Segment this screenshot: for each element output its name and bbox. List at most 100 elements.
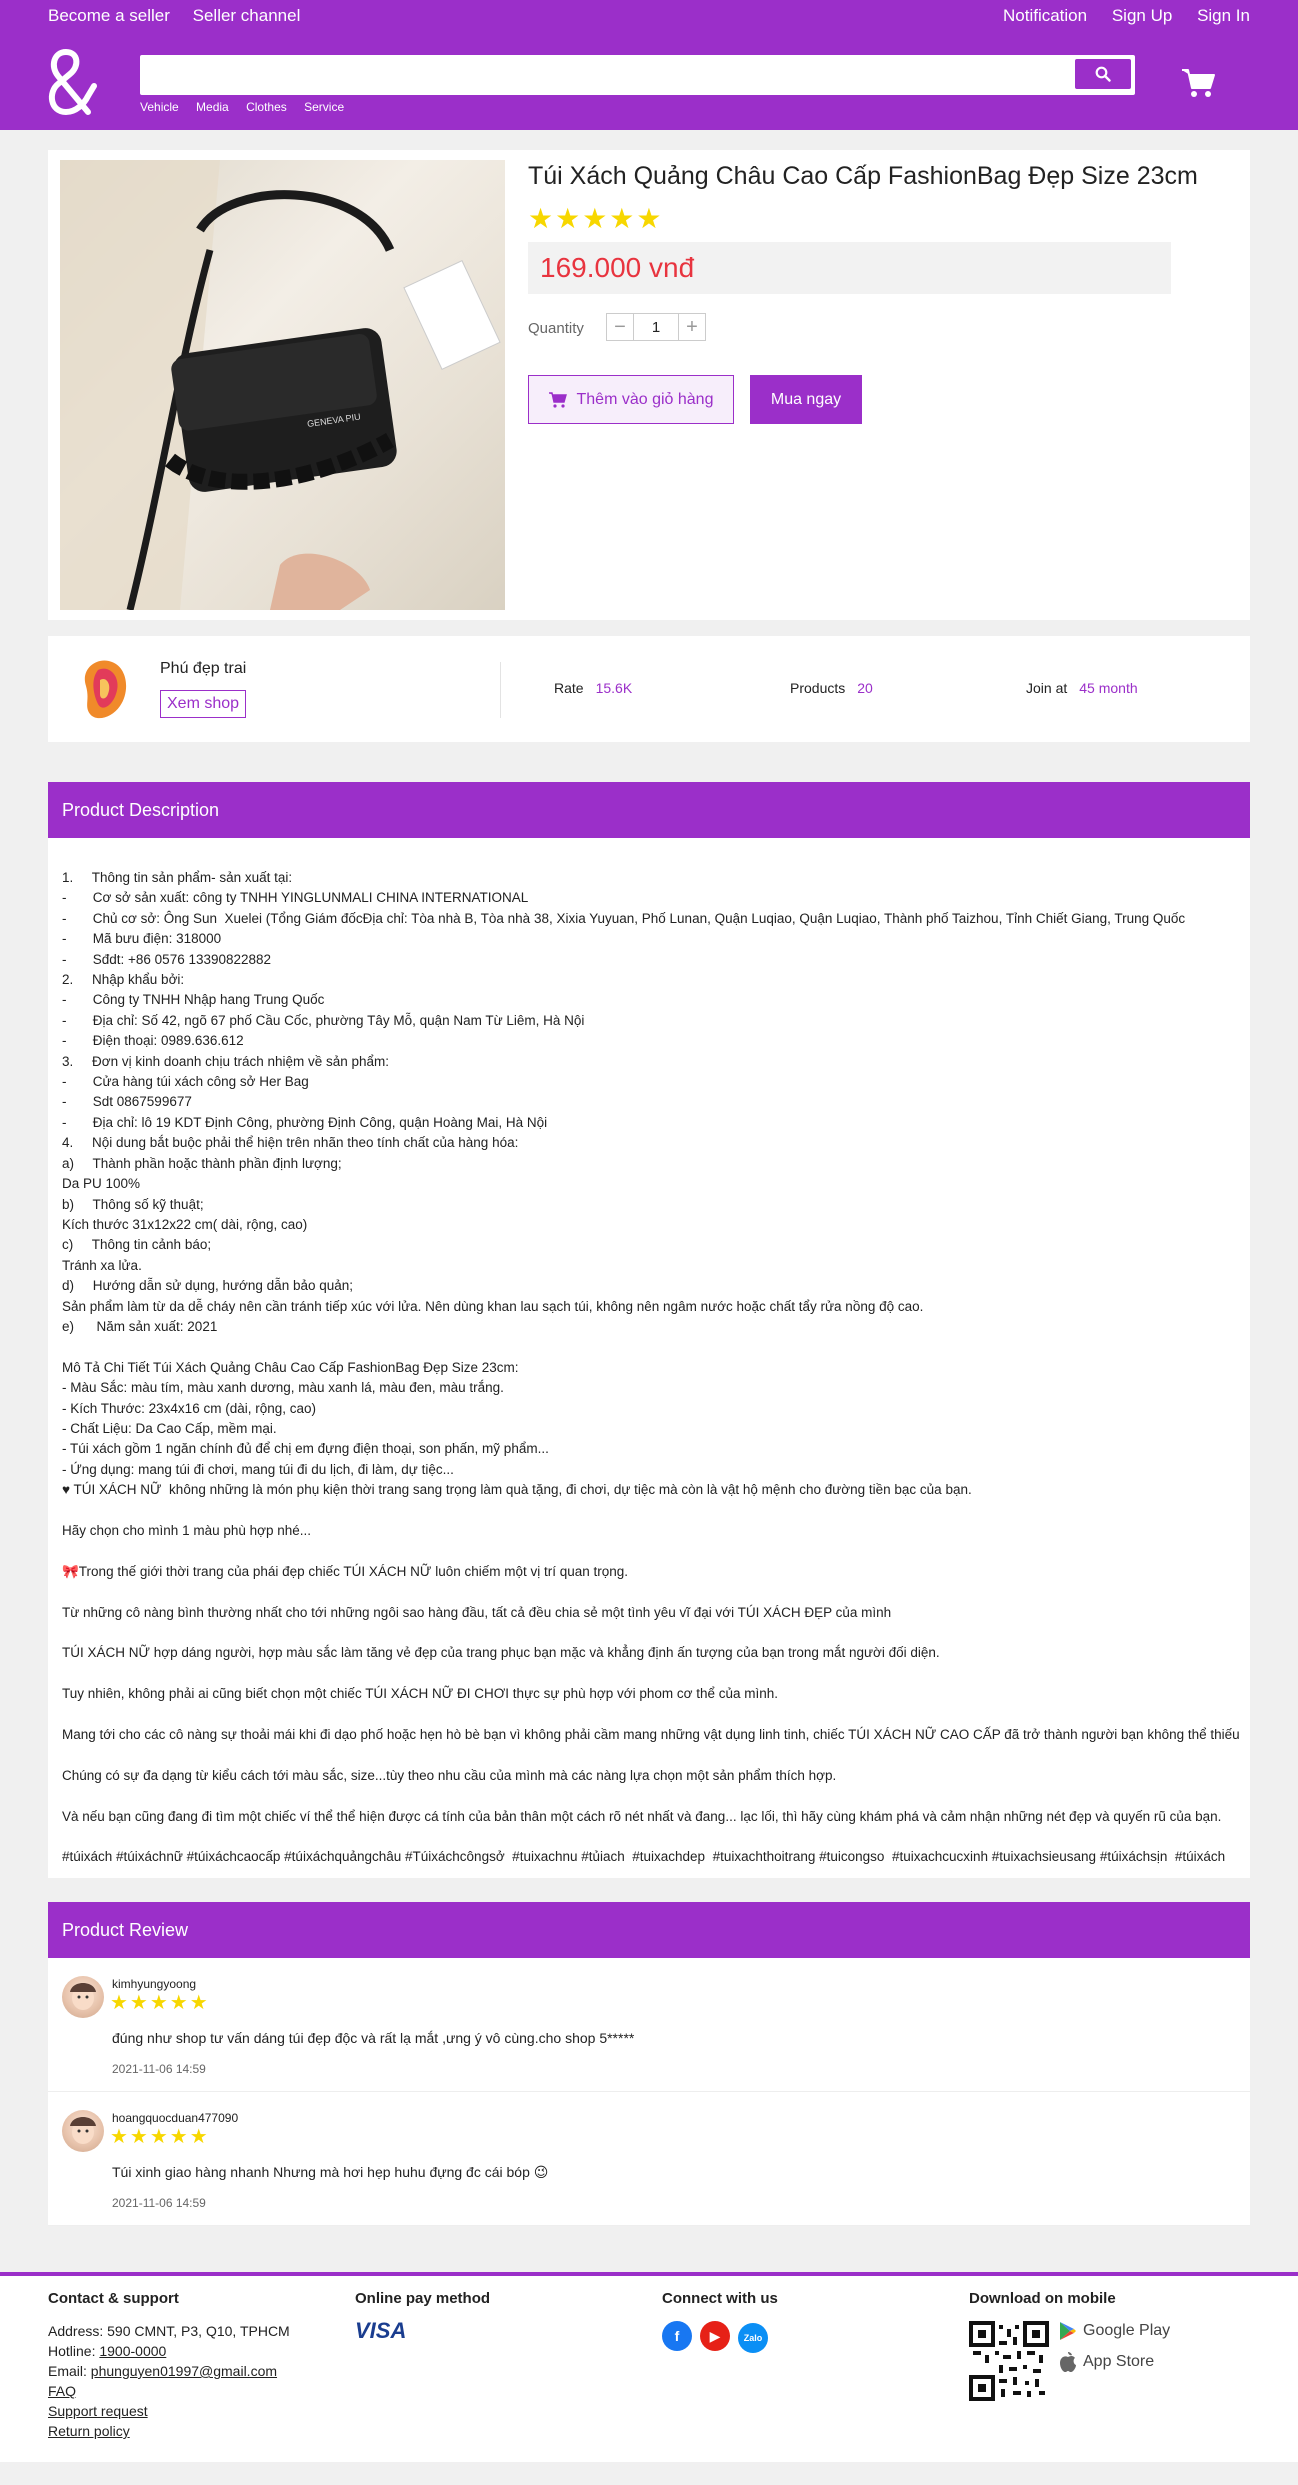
description-line: Hãy chọn cho mình 1 màu phù hợp nhé... — [62, 1522, 312, 1538]
description-line: Sản phẩm làm từ da dễ cháy nên cần tránh… — [62, 1298, 924, 1314]
description-line: Da PU 100% — [62, 1176, 141, 1192]
product-rating-stars: ★★★★★ — [528, 203, 664, 234]
address: Address: 590 CMNT, P3, Q10, TPHCM — [48, 2323, 290, 2339]
description-line — [62, 1337, 1236, 1357]
footer-mobile: Download on mobile Google Play App Store — [969, 2290, 1170, 2406]
shop-avatar[interactable] — [76, 656, 132, 722]
review-header: Product Review — [48, 1902, 1250, 1958]
product-image[interactable]: GENEVA PIU — [60, 160, 505, 610]
description-line: - Kích Thước: 23x4x16 cm (dài, rộng, cao… — [62, 1400, 316, 1416]
google-play-label: Google Play — [1083, 2322, 1171, 2339]
description-line: - Chủ cơ sở: Ông Sun Xuelei (Tổng Giám đ… — [62, 910, 1186, 926]
sign-in-link[interactable]: Sign In — [1197, 6, 1250, 25]
app-store-button[interactable]: App Store — [1059, 2351, 1170, 2373]
quantity-stepper: − 1 + — [606, 313, 706, 341]
description-line — [62, 1664, 1236, 1684]
category-media[interactable]: Media — [196, 100, 229, 114]
category-vehicle[interactable]: Vehicle — [140, 100, 179, 114]
decrease-quantity-button[interactable]: − — [606, 313, 634, 341]
app-store-label: App Store — [1083, 2353, 1155, 2370]
description-line: 1. Thông tin sản phẩm- sản xuất tại: — [62, 870, 293, 885]
email-link[interactable]: phunguyen01997@gmail.com — [91, 2363, 277, 2379]
hotline: Hotline: 1900-0000 — [48, 2341, 290, 2361]
rate-label: Rate — [554, 680, 584, 696]
description-line: - Sdt 0867599677 — [62, 1094, 192, 1110]
join-label: Join at — [1026, 680, 1068, 696]
cart-icon[interactable] — [1182, 68, 1216, 103]
email: Email: phunguyen01997@gmail.com — [48, 2361, 290, 2381]
increase-quantity-button[interactable]: + — [678, 313, 706, 341]
hotline-link[interactable]: 1900-0000 — [99, 2343, 166, 2359]
sign-up-link[interactable]: Sign Up — [1112, 6, 1172, 25]
category-links: Vehicle Media Clothes Service — [140, 100, 358, 114]
description-line: b) Thông số kỹ thuật; — [62, 1196, 204, 1212]
hotline-label: Hotline: — [48, 2343, 100, 2359]
description-line — [62, 1501, 1236, 1521]
google-play-button[interactable]: Google Play — [1059, 2321, 1170, 2341]
reviewer-avatar — [62, 2110, 104, 2152]
category-service[interactable]: Service — [304, 100, 344, 114]
zalo-icon[interactable]: Zalo — [738, 2323, 768, 2353]
description-line: Mô Tả Chi Tiết Túi Xách Quảng Châu Cao C… — [62, 1359, 519, 1375]
review-item: kimhyungyoong ★★★★★ đúng như shop tư vấn… — [48, 1958, 1250, 2092]
review-text: đúng như shop tư vấn dáng túi đẹp độc và… — [112, 2030, 635, 2046]
description-line — [62, 1745, 1236, 1765]
description-line: TÚI XÁCH NỮ hợp dáng người, hợp màu sắc … — [62, 1645, 940, 1661]
shop-divider — [500, 662, 501, 718]
review-stars: ★★★★★ — [110, 2126, 210, 2148]
support-request-link[interactable]: Support request — [48, 2403, 148, 2419]
description-line: 2. Nhập khẩu bởi: — [62, 972, 185, 988]
description-line: Từ những cô nàng bình thường nhất cho tớ… — [62, 1604, 892, 1620]
description-header: Product Description — [48, 782, 1250, 838]
logo-icon[interactable] — [44, 46, 102, 120]
quantity-value[interactable]: 1 — [634, 313, 678, 341]
search-icon — [1095, 66, 1111, 82]
contact-title: Contact & support — [48, 2290, 179, 2307]
connect-title: Connect with us — [662, 2290, 778, 2307]
add-to-cart-button[interactable]: Thêm vào giỏ hàng — [528, 375, 734, 424]
shop-name: Phú đẹp trai — [160, 660, 247, 677]
review-time: 2021-11-06 14:59 — [112, 2196, 206, 2210]
search-input[interactable] — [142, 57, 1072, 93]
shop-join: Join at 45 month — [1026, 680, 1138, 696]
footer-contact: Contact & support Address: 590 CMNT, P3,… — [48, 2290, 290, 2441]
product-description: 1. Thông tin sản phẩm- sản xuất tại: - Cơ… — [48, 838, 1250, 1878]
description-line: - Màu Sắc: màu tím, màu xanh dương, màu … — [62, 1380, 504, 1396]
reviewer-name: kimhyungyoong — [112, 1977, 197, 1991]
description-line: e) Năm sản xuất: 2021 — [62, 1318, 218, 1334]
qr-code — [969, 2321, 1049, 2406]
description-line — [62, 1786, 1236, 1806]
notification-link[interactable]: Notification — [1003, 6, 1087, 25]
review-stars: ★★★★★ — [110, 1992, 210, 2014]
description-line: - Cơ sở sản xuất: công ty TNHH YINGLUNMA… — [62, 890, 529, 906]
review-time: 2021-11-06 14:59 — [112, 2062, 206, 2076]
youtube-icon[interactable]: ▶ — [700, 2321, 730, 2351]
facebook-icon[interactable]: f — [662, 2321, 692, 2351]
description-line: d) Hướng dẫn sử dụng, hướng dẫn bảo quản… — [62, 1278, 354, 1294]
description-line: 🎀Trong thế giới thời trang của phái đẹp … — [62, 1563, 629, 1579]
faq-link[interactable]: FAQ — [48, 2383, 76, 2399]
description-line — [62, 1827, 1236, 1847]
description-line: Mang tới cho các cô nàng sự thoải mái kh… — [62, 1726, 1240, 1742]
search-button[interactable] — [1075, 59, 1131, 89]
description-line: a) Thành phần hoặc thành phần định lượng… — [62, 1155, 342, 1171]
review-item: hoangquocduan477090 ★★★★★ Túi xinh giao … — [48, 2092, 1250, 2226]
description-line: - Mã bưu điện: 318000 — [62, 931, 222, 947]
description-line: - Địa chỉ: lô 19 KDT Định Công, phường Đ… — [62, 1114, 548, 1130]
product-title: Túi Xách Quảng Châu Cao Cấp FashionBag Đ… — [528, 162, 1198, 190]
visa-icon: VISA — [355, 2318, 407, 2343]
top-bar: Become a seller Seller channel Notificat… — [48, 6, 1250, 26]
header: Become a seller Seller channel Notificat… — [0, 0, 1298, 130]
return-policy-link[interactable]: Return policy — [48, 2423, 130, 2439]
footer-pay: Online pay method VISA — [355, 2290, 491, 2343]
footer: Contact & support Address: 590 CMNT, P3,… — [0, 2272, 1298, 2462]
apple-icon — [1060, 2352, 1076, 2372]
product-price: 169.000 vnđ — [540, 252, 695, 283]
buy-now-button[interactable]: Mua ngay — [750, 375, 862, 424]
view-shop-button[interactable]: Xem shop — [160, 690, 247, 718]
category-clothes[interactable]: Clothes — [246, 100, 287, 114]
seller-channel-link[interactable]: Seller channel — [193, 6, 301, 25]
become-seller-link[interactable]: Become a seller — [48, 6, 170, 25]
pay-title: Online pay method — [355, 2290, 491, 2307]
description-line — [62, 1705, 1236, 1725]
